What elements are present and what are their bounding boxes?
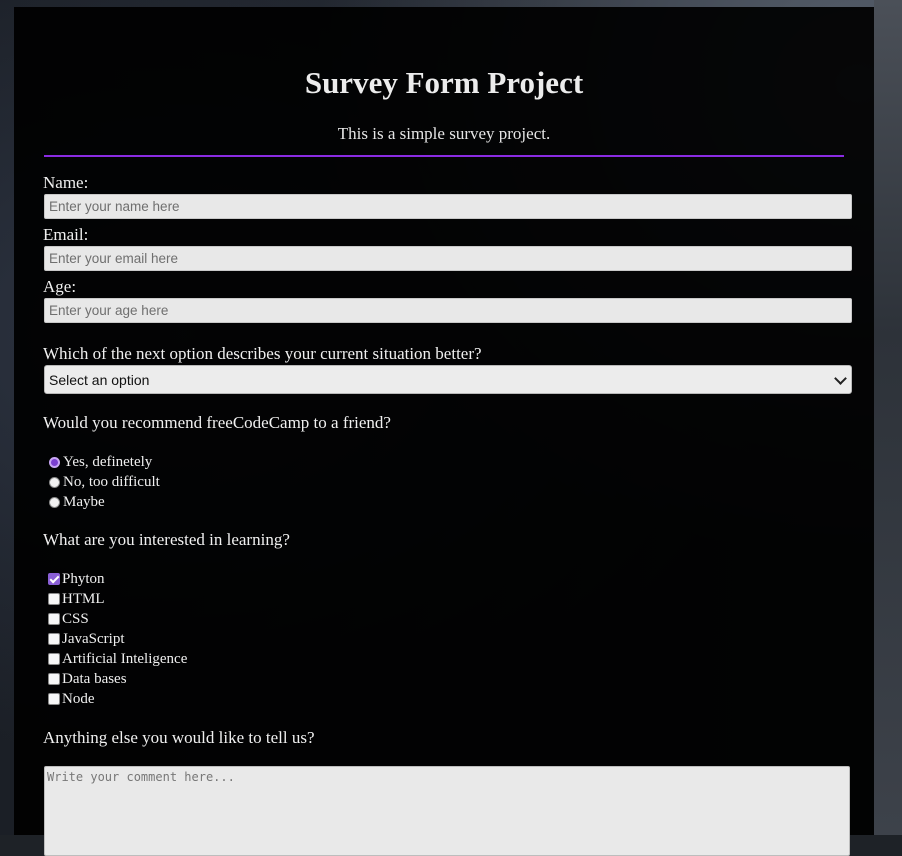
checkbox[interactable]	[48, 673, 60, 685]
comments-question: Anything else you would like to tell us?	[43, 728, 315, 747]
interest-option-label: Phyton	[62, 570, 105, 587]
recommend-option-no[interactable]: No, too difficult	[49, 473, 160, 491]
background-edge	[874, 0, 902, 835]
comments-textarea[interactable]	[44, 766, 850, 856]
situation-question: Which of the next option describes your …	[43, 344, 482, 363]
radio-button[interactable]	[49, 496, 60, 508]
header-divider	[44, 155, 844, 157]
interest-option-javascript[interactable]: JavaScript	[48, 630, 124, 648]
recommend-option-yes[interactable]: Yes, definetely	[49, 453, 152, 471]
recommend-option-maybe[interactable]: Maybe	[49, 493, 105, 511]
survey-form: Survey Form Project This is a simple sur…	[14, 7, 874, 856]
interest-option-node[interactable]: Node	[48, 690, 95, 708]
email-label: Email:	[43, 225, 89, 244]
recommend-option-label: Maybe	[63, 493, 105, 510]
radio-button[interactable]	[49, 476, 60, 488]
page-description: This is a simple survey project.	[337, 124, 551, 143]
page-title: Survey Form Project	[304, 65, 584, 100]
interest-option-label: CSS	[62, 610, 89, 627]
checkbox[interactable]	[48, 693, 60, 705]
name-input[interactable]	[44, 194, 852, 219]
age-label: Age:	[43, 277, 77, 296]
interest-option-label: HTML	[62, 590, 105, 607]
radio-button-checked[interactable]	[49, 456, 60, 468]
interests-question: What are you interested in learning?	[43, 530, 290, 549]
age-input[interactable]	[44, 298, 852, 323]
checkbox[interactable]	[48, 633, 60, 645]
name-label: Name:	[43, 173, 89, 192]
recommend-question: Would you recommend freeCodeCamp to a fr…	[43, 413, 391, 432]
interest-option-label: JavaScript	[62, 630, 125, 647]
situation-dropdown[interactable]: Select an option	[44, 365, 852, 394]
interest-option-label: Data bases	[62, 670, 127, 687]
recommend-option-label: Yes, definetely	[63, 453, 153, 470]
recommend-option-label: No, too difficult	[63, 473, 160, 490]
interest-option-databases[interactable]: Data bases	[48, 670, 127, 688]
situation-selected-value: Select an option	[49, 372, 150, 388]
interest-option-phyton[interactable]: Phyton	[48, 570, 105, 588]
interest-option-css[interactable]: CSS	[48, 610, 89, 628]
checkbox-checked[interactable]	[48, 573, 60, 585]
interest-option-ai[interactable]: Artificial Inteligence	[48, 650, 187, 668]
email-input[interactable]	[44, 246, 852, 271]
interest-option-label: Artificial Inteligence	[62, 650, 188, 667]
interest-option-label: Node	[62, 690, 95, 707]
checkbox[interactable]	[48, 613, 60, 625]
chevron-down-icon	[834, 372, 847, 385]
checkbox[interactable]	[48, 593, 60, 605]
interest-option-html[interactable]: HTML	[48, 590, 105, 608]
checkbox[interactable]	[48, 653, 60, 665]
